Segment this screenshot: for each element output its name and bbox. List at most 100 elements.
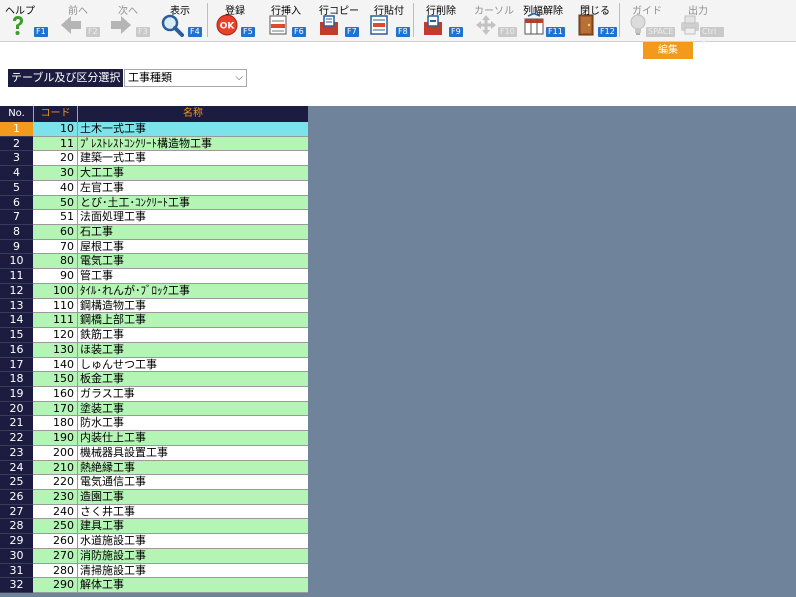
name-cell[interactable]: 管工事 bbox=[78, 269, 308, 284]
code-cell[interactable]: 270 bbox=[33, 548, 78, 564]
name-cell[interactable]: しゅんせつ工事 bbox=[78, 357, 308, 373]
code-cell[interactable]: 130 bbox=[33, 342, 78, 358]
table-row[interactable]: 10 80 電気工事 bbox=[0, 254, 308, 270]
name-cell[interactable]: 石工事 bbox=[78, 225, 308, 240]
row-number[interactable]: 25 bbox=[0, 475, 33, 490]
code-cell[interactable]: 200 bbox=[33, 445, 78, 461]
row-number[interactable]: 4 bbox=[0, 166, 33, 181]
row-number[interactable]: 32 bbox=[0, 578, 33, 593]
row-number[interactable]: 17 bbox=[0, 357, 33, 373]
code-cell[interactable]: 160 bbox=[33, 386, 78, 402]
name-cell[interactable]: 左官工事 bbox=[78, 180, 308, 196]
table-row[interactable]: 15 120 鉄筋工事 bbox=[0, 328, 308, 343]
row-number[interactable]: 18 bbox=[0, 372, 33, 387]
row-number[interactable]: 27 bbox=[0, 504, 33, 520]
name-cell[interactable]: 鋼橋上部工事 bbox=[78, 313, 308, 329]
name-cell[interactable]: 建築一式工事 bbox=[78, 151, 308, 167]
row-paste-button[interactable]: 行貼付 F8 bbox=[366, 0, 412, 40]
table-row[interactable]: 25 220 電気通信工事 bbox=[0, 475, 308, 490]
code-cell[interactable]: 80 bbox=[33, 254, 78, 270]
row-number[interactable]: 30 bbox=[0, 548, 33, 564]
row-number[interactable]: 22 bbox=[0, 431, 33, 446]
code-cell[interactable]: 240 bbox=[33, 504, 78, 520]
name-cell[interactable]: 電気工事 bbox=[78, 254, 308, 270]
table-row[interactable]: 31 280 清掃施設工事 bbox=[0, 563, 308, 579]
table-row[interactable]: 12 100 ﾀｲﾙ･れんが･ﾌﾞﾛｯｸ工事 bbox=[0, 283, 308, 299]
table-row[interactable]: 18 150 板金工事 bbox=[0, 372, 308, 387]
table-row[interactable]: 29 260 水道施設工事 bbox=[0, 534, 308, 549]
column-header-no[interactable]: No. bbox=[0, 106, 33, 122]
table-row[interactable]: 23 200 機械器具設置工事 bbox=[0, 445, 308, 461]
name-cell[interactable]: ﾀｲﾙ･れんが･ﾌﾞﾛｯｸ工事 bbox=[78, 283, 308, 299]
code-cell[interactable]: 220 bbox=[33, 475, 78, 490]
cursor-button[interactable]: カーソル F10 bbox=[470, 0, 518, 40]
name-cell[interactable]: 電気通信工事 bbox=[78, 475, 308, 490]
row-number[interactable]: 28 bbox=[0, 519, 33, 535]
code-cell[interactable]: 290 bbox=[33, 578, 78, 593]
table-row[interactable]: 8 60 石工事 bbox=[0, 225, 308, 240]
code-cell[interactable]: 140 bbox=[33, 357, 78, 373]
code-cell[interactable]: 111 bbox=[33, 313, 78, 329]
close-button[interactable]: 閉じる F12 bbox=[572, 0, 618, 40]
code-cell[interactable]: 90 bbox=[33, 269, 78, 284]
table-row[interactable]: 27 240 さく井工事 bbox=[0, 504, 308, 520]
code-cell[interactable]: 110 bbox=[33, 298, 78, 314]
table-row[interactable]: 14 111 鋼橋上部工事 bbox=[0, 313, 308, 329]
row-number[interactable]: 24 bbox=[0, 460, 33, 476]
row-insert-button[interactable]: 行挿入 F6 bbox=[262, 0, 310, 40]
name-cell[interactable]: 熱絶縁工事 bbox=[78, 460, 308, 476]
name-cell[interactable]: 屋根工事 bbox=[78, 239, 308, 255]
name-cell[interactable]: 造園工事 bbox=[78, 489, 308, 505]
name-cell[interactable]: 内装仕上工事 bbox=[78, 431, 308, 446]
table-row[interactable]: 32 290 解体工事 bbox=[0, 578, 308, 593]
row-number[interactable]: 26 bbox=[0, 489, 33, 505]
row-number[interactable]: 7 bbox=[0, 210, 33, 226]
row-number[interactable]: 12 bbox=[0, 283, 33, 299]
table-row[interactable]: 3 20 建築一式工事 bbox=[0, 151, 308, 167]
row-number[interactable]: 15 bbox=[0, 328, 33, 343]
code-cell[interactable]: 250 bbox=[33, 519, 78, 535]
name-cell[interactable]: 鋼構造物工事 bbox=[78, 298, 308, 314]
name-cell[interactable]: 解体工事 bbox=[78, 578, 308, 593]
table-row[interactable]: 24 210 熱絶縁工事 bbox=[0, 460, 308, 476]
output-button[interactable]: 出力 Ctrl P bbox=[672, 0, 724, 46]
row-number[interactable]: 2 bbox=[0, 136, 33, 152]
code-cell[interactable]: 11 bbox=[33, 136, 78, 152]
code-cell[interactable]: 60 bbox=[33, 225, 78, 240]
register-button[interactable]: 登録 OK F5 bbox=[211, 0, 259, 40]
name-cell[interactable]: さく井工事 bbox=[78, 504, 308, 520]
row-number[interactable]: 6 bbox=[0, 195, 33, 211]
name-cell[interactable]: 建具工事 bbox=[78, 519, 308, 535]
code-cell[interactable]: 230 bbox=[33, 489, 78, 505]
code-cell[interactable]: 190 bbox=[33, 431, 78, 446]
table-row[interactable]: 9 70 屋根工事 bbox=[0, 239, 308, 255]
row-number[interactable]: 5 bbox=[0, 180, 33, 196]
name-cell[interactable]: 消防施設工事 bbox=[78, 548, 308, 564]
row-number[interactable]: 10 bbox=[0, 254, 33, 270]
edit-button[interactable]: 編集 bbox=[643, 42, 693, 59]
table-row[interactable]: 4 30 大工工事 bbox=[0, 166, 308, 181]
code-cell[interactable]: 180 bbox=[33, 416, 78, 432]
code-cell[interactable]: 210 bbox=[33, 460, 78, 476]
code-cell[interactable]: 20 bbox=[33, 151, 78, 167]
row-number[interactable]: 13 bbox=[0, 298, 33, 314]
row-copy-button[interactable]: 行コピー F7 bbox=[313, 0, 365, 40]
table-row[interactable]: 1 10 土木一式工事 bbox=[0, 122, 308, 137]
table-row[interactable]: 5 40 左官工事 bbox=[0, 180, 308, 196]
code-cell[interactable]: 40 bbox=[33, 180, 78, 196]
row-delete-button[interactable]: 行削除 F9 bbox=[417, 0, 465, 40]
name-cell[interactable]: 防水工事 bbox=[78, 416, 308, 432]
name-cell[interactable]: 塗装工事 bbox=[78, 401, 308, 417]
code-cell[interactable]: 30 bbox=[33, 166, 78, 181]
display-button[interactable]: 表示 F4 bbox=[156, 0, 204, 40]
name-cell[interactable]: 法面処理工事 bbox=[78, 210, 308, 226]
row-number[interactable]: 23 bbox=[0, 445, 33, 461]
table-row[interactable]: 11 90 管工事 bbox=[0, 269, 308, 284]
code-cell[interactable]: 280 bbox=[33, 563, 78, 579]
code-cell[interactable]: 10 bbox=[33, 122, 78, 137]
table-row[interactable]: 2 11 ﾌﾟﾚｽﾄﾚｽﾄｺﾝｸﾘｰﾄ構造物工事 bbox=[0, 136, 308, 152]
row-number[interactable]: 1 bbox=[0, 122, 33, 137]
row-number[interactable]: 3 bbox=[0, 151, 33, 167]
row-number[interactable]: 9 bbox=[0, 239, 33, 255]
name-cell[interactable]: 板金工事 bbox=[78, 372, 308, 387]
